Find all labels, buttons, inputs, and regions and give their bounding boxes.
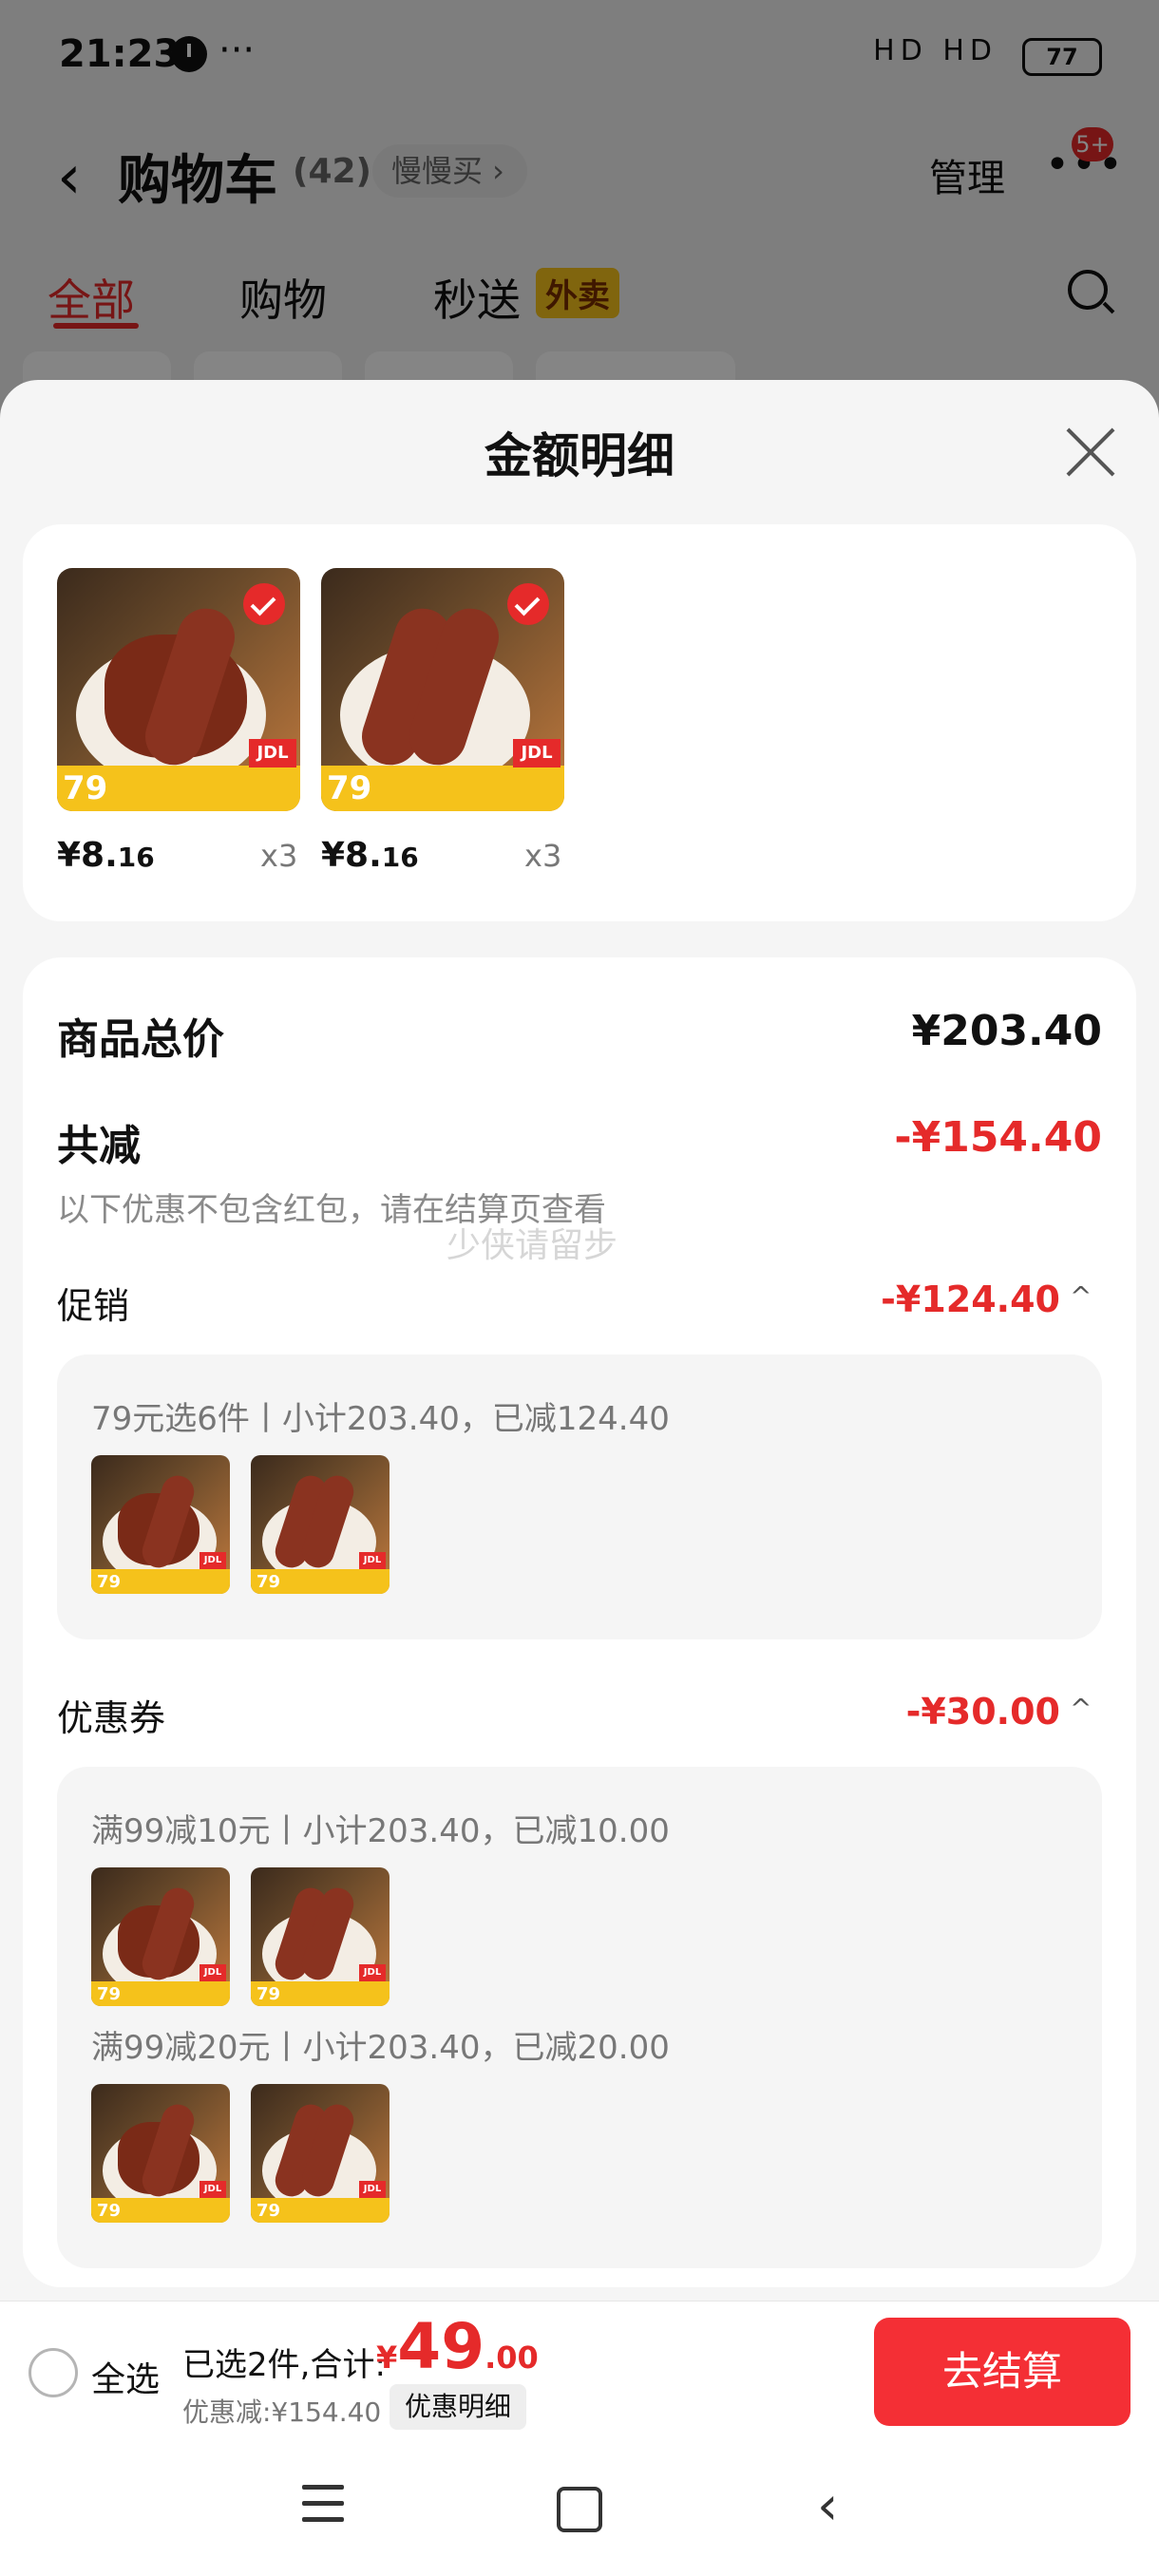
nav-back-icon[interactable]: ‹ — [817, 2475, 838, 2537]
promotion-label: 促销 — [57, 1285, 130, 1327]
home-icon[interactable] — [557, 2487, 602, 2532]
product-thumbnail[interactable]: 79 JDL — [57, 568, 300, 811]
sheet-title: 金额明细 — [484, 428, 674, 483]
selected-check-icon — [507, 583, 549, 625]
total-price-value: ¥203.40 — [911, 1007, 1102, 1055]
discount-detail-button[interactable]: 优惠明细 — [390, 2384, 527, 2430]
product-thumbnail[interactable]: 79 JDL — [321, 568, 564, 811]
coupon-line: 满99减10元丨小计203.40，已减10.00 — [91, 1812, 670, 1850]
chevron-up-icon[interactable]: ^ — [1070, 1280, 1092, 1312]
item-price: ¥8.16 — [57, 836, 155, 875]
checkout-button[interactable]: 去结算 — [874, 2318, 1130, 2426]
select-all-label[interactable]: 全选 — [91, 2352, 160, 2401]
discount-summary: 优惠减:¥154.40 — [182, 2396, 382, 2428]
total-amount: ¥49.00 — [376, 2310, 539, 2383]
coupon-label: 优惠券 — [57, 1697, 166, 1739]
select-all-radio[interactable] — [28, 2348, 78, 2397]
promotion-line: 79元选6件丨小计203.40，已减124.40 — [91, 1400, 670, 1438]
item-price: ¥8.16 — [321, 836, 419, 875]
total-price-label: 商品总价 — [57, 1015, 224, 1064]
selected-summary: 已选2件,合计: — [182, 2346, 386, 2384]
close-icon[interactable] — [1064, 426, 1117, 479]
item-quantity: x3 — [524, 838, 562, 874]
reduce-label: 共减 — [57, 1122, 141, 1170]
coupon-value[interactable]: -¥30.00 — [760, 1691, 1060, 1733]
product-thumbnail-small: 79 JDL — [251, 1455, 390, 1594]
product-thumbnail-small: 79 JDL — [251, 2084, 390, 2223]
selected-check-icon — [243, 583, 285, 625]
menu-icon[interactable] — [302, 2485, 344, 2523]
promotion-value[interactable]: -¥124.40 — [760, 1279, 1060, 1320]
product-thumbnail-small: 79 JDL — [91, 1455, 230, 1594]
item-quantity: x3 — [260, 838, 298, 874]
reduce-value: -¥154.40 — [894, 1113, 1102, 1162]
coupon-line: 满99减20元丨小计203.40，已减20.00 — [91, 2029, 670, 2067]
product-thumbnail-small: 79 JDL — [251, 1867, 390, 2006]
chevron-up-icon[interactable]: ^ — [1070, 1693, 1092, 1724]
watermark-text: 少侠请留步 — [446, 1226, 618, 1265]
product-thumbnail-small: 79 JDL — [91, 1867, 230, 2006]
product-thumbnail-small: 79 JDL — [91, 2084, 230, 2223]
